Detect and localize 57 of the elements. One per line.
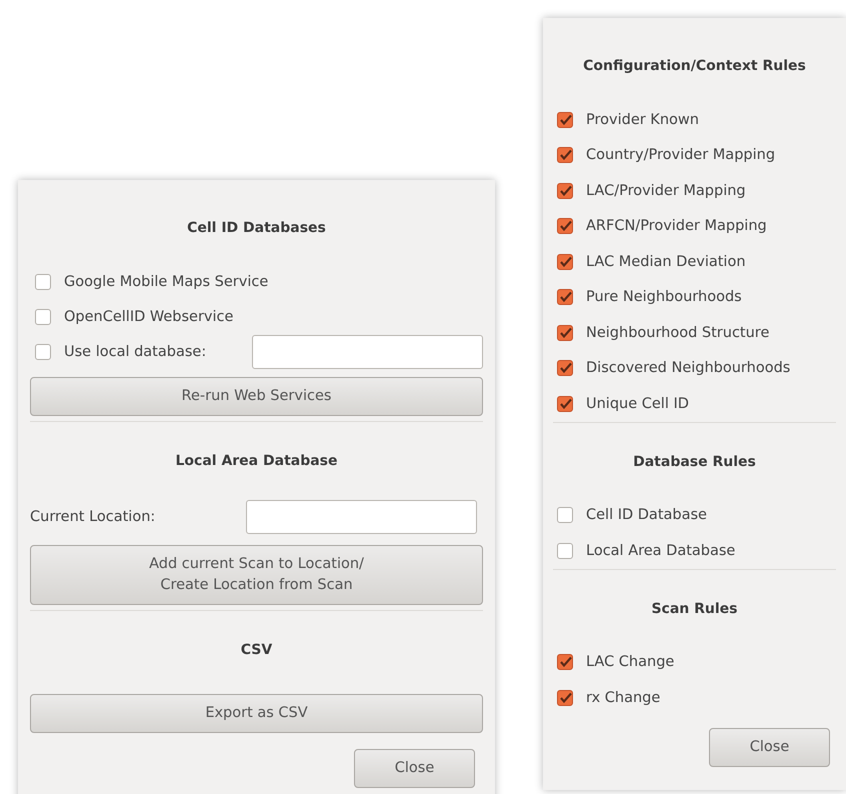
checkbox[interactable] — [35, 344, 51, 360]
input-field[interactable] — [252, 334, 483, 368]
check-icon — [558, 326, 572, 339]
checkbox-label: LAC Median Deviation — [586, 254, 746, 270]
close-button[interactable]: Close — [354, 749, 475, 788]
check-icon — [558, 184, 572, 197]
checkbox[interactable] — [557, 147, 573, 164]
checkbox-label: Use local database: — [64, 344, 206, 360]
checkbox-label: Pure Neighbourhoods — [586, 289, 742, 306]
check-icon — [558, 220, 572, 232]
checkbox[interactable] — [557, 690, 573, 706]
checkbox[interactable] — [557, 542, 573, 559]
checkbox[interactable] — [557, 254, 573, 270]
checkbox-label: ARFCN/Provider Mapping — [586, 218, 767, 234]
checkbox[interactable] — [557, 324, 573, 341]
action-button[interactable]: Add current Scan to Location/ Create Location from Scan — [30, 545, 483, 605]
field-label: Current Location: — [30, 509, 156, 525]
checkbox-label: Neighbourhood Structure — [586, 324, 770, 341]
checkbox[interactable] — [557, 112, 573, 128]
checkbox-label: Discovered Neighbourhoods — [586, 360, 790, 376]
checkbox[interactable] — [35, 274, 51, 290]
checkbox-label: Local Area Database — [586, 542, 736, 559]
check-icon — [558, 398, 572, 410]
section-title: Scan Rules — [651, 600, 738, 618]
checkbox[interactable] — [557, 654, 573, 670]
section-title: Configuration/Context Rules — [583, 57, 806, 76]
checkbox-label: Cell ID Database — [586, 507, 707, 524]
section-title: Local Area Database — [175, 452, 338, 471]
check-icon — [558, 256, 572, 268]
checkbox-label: rx Change — [586, 690, 660, 706]
close-button[interactable]: Close — [709, 728, 830, 766]
checkbox[interactable] — [35, 308, 51, 324]
action-button[interactable]: Export as CSV — [30, 694, 483, 733]
action-button[interactable]: Re-run Web Services — [30, 377, 483, 416]
check-icon — [558, 692, 572, 704]
section-title: CSV — [240, 641, 272, 660]
check-icon — [558, 656, 572, 668]
check-icon — [558, 149, 572, 162]
check-icon — [558, 291, 572, 304]
checkbox-label: Country/Provider Mapping — [586, 147, 776, 164]
section-title: Database Rules — [633, 452, 756, 472]
checkbox-label: Provider Known — [586, 112, 699, 128]
check-icon — [558, 362, 572, 374]
checkbox-label: LAC Change — [586, 654, 674, 670]
checkbox-label: Google Mobile Maps Service — [64, 274, 268, 290]
checkbox-label: LAC/Provider Mapping — [586, 182, 746, 199]
checkbox[interactable] — [557, 507, 573, 524]
checkbox[interactable] — [557, 289, 573, 306]
checkbox-label: OpenCellID Webservice — [64, 308, 234, 324]
check-icon — [558, 114, 572, 126]
checkbox[interactable] — [557, 396, 573, 412]
input-field[interactable] — [246, 500, 477, 534]
checkbox[interactable] — [557, 360, 573, 376]
checkbox[interactable] — [557, 182, 573, 199]
section-title: Cell ID Databases — [187, 219, 326, 238]
checkbox[interactable] — [557, 218, 573, 234]
checkbox-label: Unique Cell ID — [586, 396, 689, 412]
